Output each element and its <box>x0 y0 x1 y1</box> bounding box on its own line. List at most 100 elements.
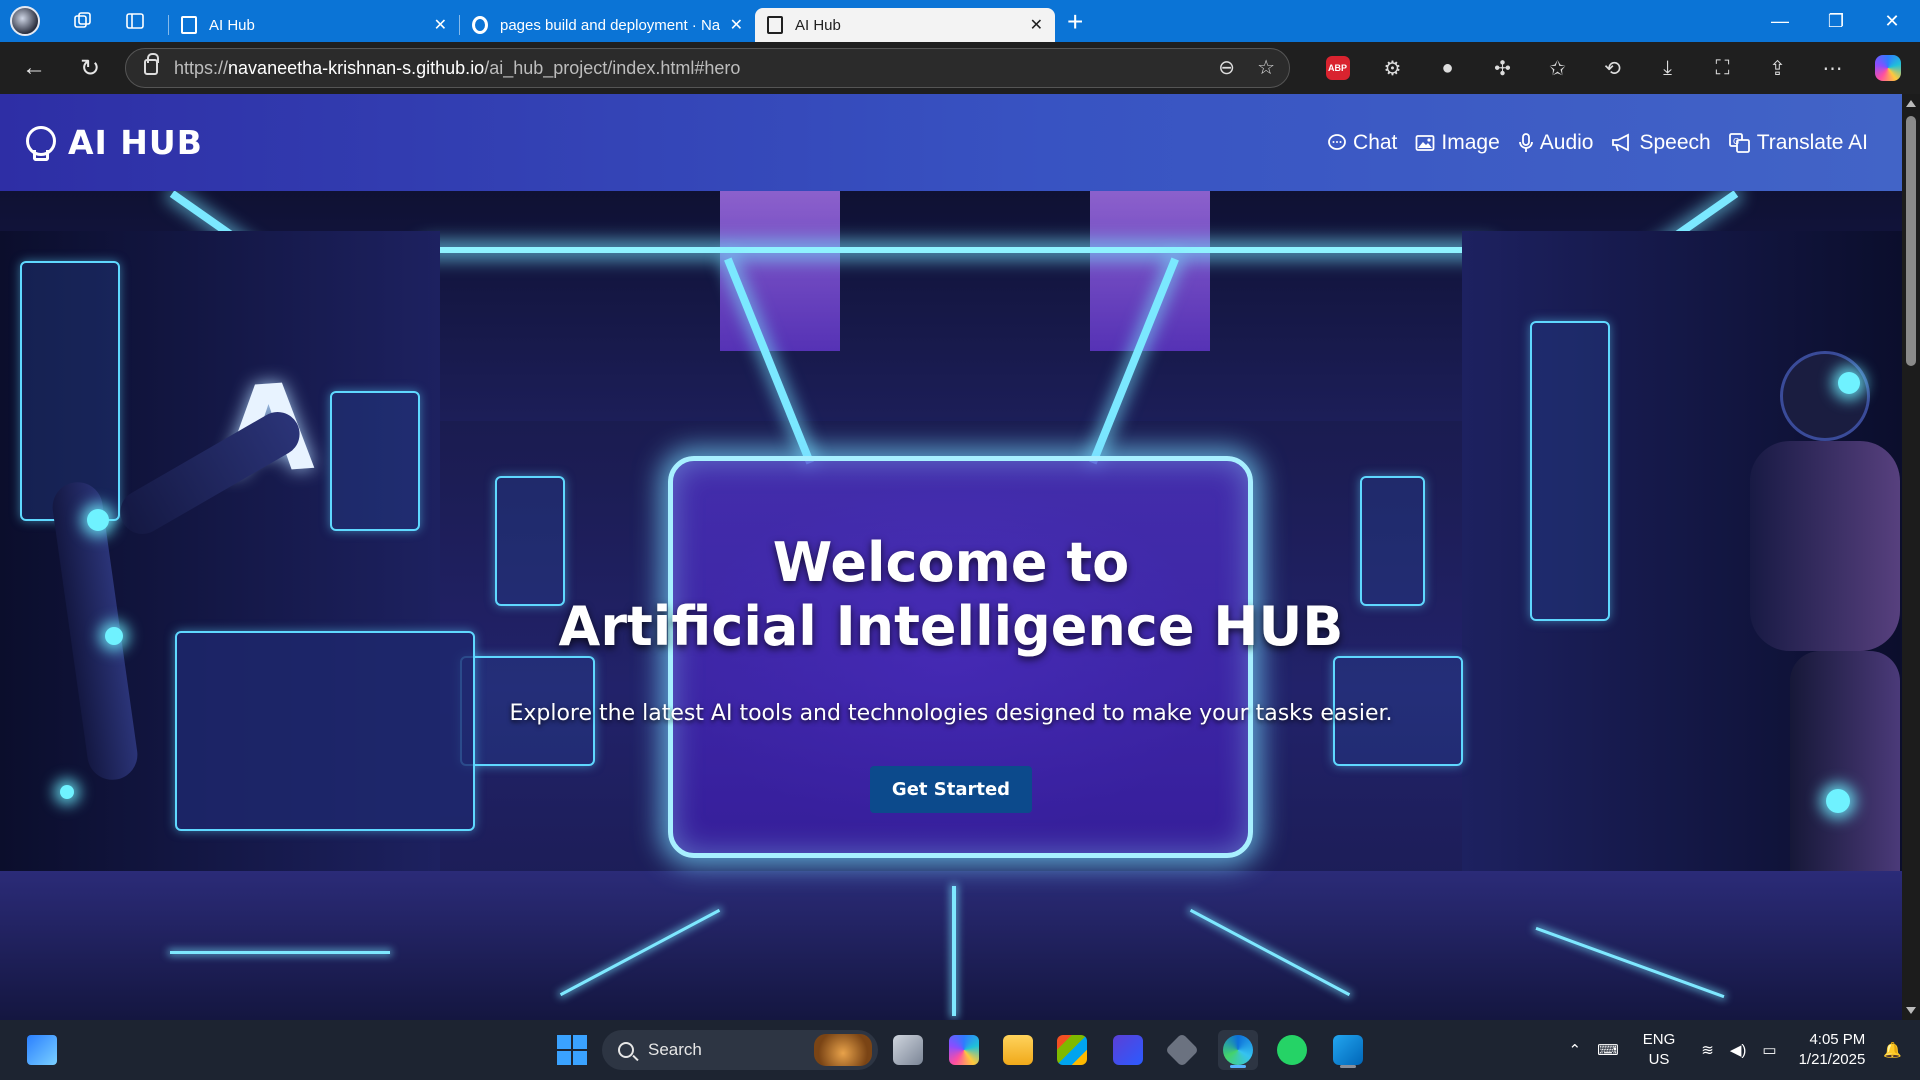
history-icon[interactable]: ⟲ <box>1585 42 1640 94</box>
brand-title: AI HUB <box>68 123 203 162</box>
file-explorer-icon[interactable] <box>998 1030 1038 1070</box>
close-window-icon[interactable]: ✕ <box>1864 0 1920 42</box>
nav-chat[interactable]: Chat <box>1327 131 1397 155</box>
restore-icon[interactable]: ❐ <box>1808 0 1864 42</box>
visual-studio-icon[interactable] <box>1108 1030 1148 1070</box>
page-scrollbar[interactable] <box>1902 94 1920 1020</box>
hero-floor <box>0 871 1902 1020</box>
url-path: /ai_hub_project/index.html#hero <box>484 57 741 78</box>
clock[interactable]: 4:05 PM 1/21/2025 <box>1799 1030 1866 1070</box>
floor-light <box>170 951 390 954</box>
ceiling-purple-light <box>720 191 840 351</box>
nav-speech[interactable]: Speech <box>1611 130 1711 155</box>
robot-joint-light <box>87 509 109 531</box>
clock-time: 4:05 PM <box>1809 1031 1866 1048</box>
keyboard-icon[interactable]: ⌨ <box>1597 1041 1619 1059</box>
whatsapp-icon[interactable] <box>1272 1030 1312 1070</box>
tab-pages-build[interactable]: pages build and deployment · Na ✕ <box>460 8 755 42</box>
chevron-up-icon[interactable]: ⌃ <box>1569 1041 1582 1059</box>
chat-icon <box>1328 133 1346 150</box>
more-options-icon[interactable]: ⋯ <box>1805 42 1860 94</box>
url-prefix: https:// <box>174 57 229 78</box>
translate-icon: G <box>1728 132 1750 153</box>
nav-image[interactable]: Image <box>1415 130 1500 155</box>
close-icon[interactable]: ✕ <box>1030 15 1043 35</box>
tab-ai-hub-active[interactable]: AI Hub ✕ <box>755 8 1055 42</box>
tab-title: pages build and deployment · Na <box>500 16 720 34</box>
url-host: navaneetha-krishnan-s.github.io <box>228 57 485 78</box>
wall-panel <box>20 261 120 521</box>
screenshot-icon[interactable]: ⛶ <box>1695 42 1750 94</box>
window-controls: — ❐ ✕ <box>1752 0 1920 42</box>
tab-ai-hub-1[interactable]: AI Hub ✕ <box>169 8 459 42</box>
lightbulb-icon <box>26 125 56 161</box>
share-icon[interactable]: ⇪ <box>1750 42 1805 94</box>
edge-browser-icon[interactable] <box>1218 1030 1258 1070</box>
widgets-icon[interactable] <box>22 1030 62 1070</box>
back-icon[interactable]: ← <box>14 48 54 88</box>
clock-date: 1/21/2025 <box>1798 1051 1866 1068</box>
nav-label: Image <box>1441 130 1500 154</box>
notification-bell-icon[interactable]: 🔔 <box>1883 1041 1902 1059</box>
robot-eye-light <box>1838 372 1860 394</box>
scrollbar-thumb[interactable] <box>1906 116 1916 366</box>
microphone-icon <box>1518 132 1533 152</box>
language-indicator[interactable]: ENG US <box>1643 1030 1676 1070</box>
start-icon[interactable] <box>552 1030 592 1070</box>
lock-icon[interactable] <box>144 53 159 75</box>
refresh-icon[interactable]: ↻ <box>70 48 110 88</box>
zoom-out-icon[interactable]: ⊖ <box>1218 55 1235 80</box>
tab-title: AI Hub <box>795 16 841 34</box>
adblock-icon[interactable]: ABP <box>1310 42 1365 94</box>
tab-title: AI Hub <box>209 16 255 34</box>
scroll-up-icon[interactable] <box>1906 100 1916 107</box>
windows-taskbar: Search ⌃ ⌨ ENG US ≋ ◀) ▭ 4:05 PM 1/21/20… <box>0 1020 1920 1080</box>
task-view-icon[interactable] <box>888 1030 928 1070</box>
scroll-down-icon[interactable] <box>1906 1007 1916 1014</box>
download-icon[interactable]: ⤓ <box>1640 42 1695 94</box>
github-icon <box>472 16 488 34</box>
main-nav: Chat Image Audio Speech G Translate AI <box>1327 94 1868 191</box>
nav-label: Speech <box>1639 130 1711 154</box>
microsoft-store-icon[interactable] <box>1052 1030 1092 1070</box>
brand-logo[interactable]: AI HUB <box>26 123 203 162</box>
ceiling-light-strip <box>425 247 1490 253</box>
extension-robot-icon[interactable]: ⚙ <box>1365 42 1420 94</box>
minimize-icon[interactable]: — <box>1752 0 1808 42</box>
address-bar[interactable]: https://navaneetha-krishnan-s.github.io /… <box>125 48 1290 88</box>
close-icon[interactable]: ✕ <box>730 15 743 35</box>
favorites-icon[interactable]: ✩ <box>1530 42 1585 94</box>
close-icon[interactable]: ✕ <box>434 15 447 35</box>
tab-actions-icon[interactable] <box>118 4 152 38</box>
hero-section: A Welcome to Artificial Intelligence HUB… <box>0 191 1902 1020</box>
nav-label: Audio <box>1539 130 1594 154</box>
megaphone-icon <box>1612 133 1630 151</box>
cookie-icon[interactable]: ● <box>1420 42 1475 94</box>
extensions-puzzle-icon[interactable]: ✣ <box>1475 42 1530 94</box>
unity-icon[interactable] <box>1162 1030 1202 1070</box>
nav-audio[interactable]: Audio <box>1518 130 1594 155</box>
hero-title: Welcome to Artificial Intelligence HUB <box>0 531 1902 659</box>
volume-icon[interactable]: ◀) <box>1730 1041 1747 1059</box>
vscode-icon[interactable] <box>1328 1030 1368 1070</box>
hero-subtitle: Explore the latest AI tools and technolo… <box>509 701 1393 726</box>
get-started-button[interactable]: Get Started <box>869 766 1033 813</box>
copilot-icon[interactable] <box>1860 42 1915 94</box>
hero-title-line1: Welcome to <box>772 531 1130 594</box>
system-tray: ⌃ ⌨ ENG US ≋ ◀) ▭ 4:05 PM 1/21/2025 🔔 <box>1569 1020 1920 1080</box>
battery-icon[interactable]: ▭ <box>1762 1041 1776 1059</box>
taskbar-search[interactable]: Search <box>602 1030 878 1070</box>
page-icon <box>181 16 197 34</box>
workspaces-icon[interactable] <box>66 4 100 38</box>
nav-translate[interactable]: G Translate AI <box>1728 130 1868 155</box>
new-tab-button[interactable]: + <box>1067 6 1083 38</box>
favorite-star-icon[interactable]: ☆ <box>1257 55 1275 80</box>
hero-title-line2: Artificial Intelligence HUB <box>558 595 1344 658</box>
page-icon <box>767 16 783 34</box>
svg-text:G: G <box>1733 137 1739 146</box>
copilot-app-icon[interactable] <box>944 1030 984 1070</box>
nav-label: Translate AI <box>1756 130 1868 154</box>
profile-avatar[interactable] <box>8 4 42 38</box>
search-icon <box>618 1042 634 1058</box>
wifi-icon[interactable]: ≋ <box>1701 1041 1714 1059</box>
